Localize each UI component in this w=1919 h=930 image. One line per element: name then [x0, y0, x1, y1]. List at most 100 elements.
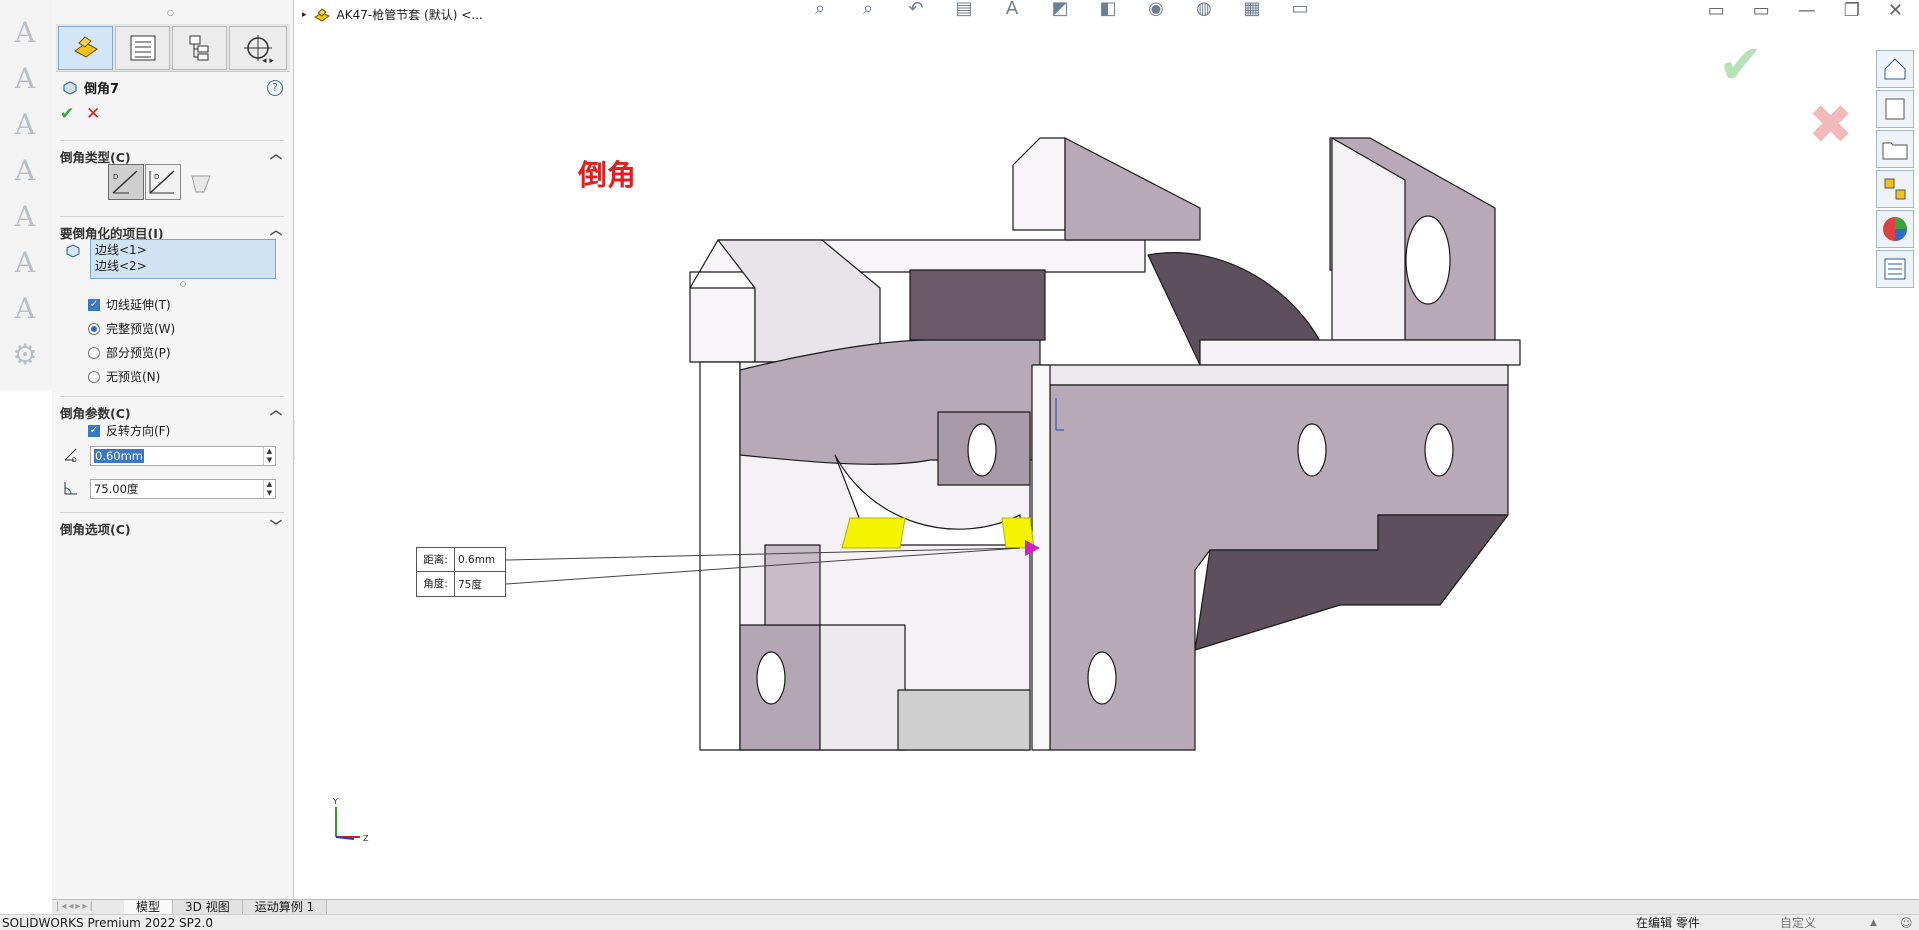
feature-tree-icon	[73, 36, 98, 58]
callout-distance-row[interactable]: 距离: 0.6mm	[417, 548, 505, 572]
bore-hole	[1297, 423, 1327, 477]
chamfer-callout[interactable]: 距离: 0.6mm 角度: 75度	[416, 547, 506, 597]
tab-scroll-nav-icon[interactable]: |◂◂▸▸|	[52, 900, 124, 914]
help-icon[interactable]: ?	[267, 80, 283, 96]
status-chat-icon[interactable]: ☺	[1900, 915, 1913, 930]
text-edit-icon[interactable]: A	[8, 62, 42, 96]
expand-chevron-icon[interactable]: ﹀	[270, 517, 282, 534]
tab-dimxpert-manager[interactable]	[229, 26, 287, 70]
bore-hole	[967, 423, 997, 477]
text-box-icon[interactable]: A	[8, 292, 42, 326]
feature-title: 倒角7	[62, 78, 119, 97]
distance-field[interactable]: 0.60mm ▲ ▼	[90, 446, 276, 466]
text-style-icon[interactable]: A	[8, 108, 42, 142]
triad-z-label: Z	[363, 834, 369, 843]
distance-stepper[interactable]: ▲ ▼	[263, 447, 275, 465]
model-view-tabs: |◂◂▸▸| 模型 3D 视图 运动算例 1	[52, 899, 1919, 914]
model-face	[689, 287, 756, 363]
list-item[interactable]: 边线<1>	[95, 242, 271, 258]
tab-model[interactable]: 模型	[124, 900, 174, 914]
text-format-icon[interactable]: A	[8, 200, 42, 234]
cancel-button[interactable]: ✕	[86, 104, 100, 124]
tab-property-manager[interactable]	[115, 26, 170, 70]
angle-distance-icon: D	[112, 170, 138, 194]
angle-value[interactable]: 75.00度	[94, 482, 138, 496]
chamfer-type-section[interactable]: 倒角类型(C) ︿	[60, 140, 284, 166]
model-face	[1064, 137, 1201, 241]
flip-direction-label: 反转方向(F)	[106, 424, 171, 438]
model-face	[699, 361, 741, 751]
callout-distance-value[interactable]: 0.6mm	[455, 554, 495, 566]
status-units-up-icon[interactable]: ▲	[1870, 915, 1877, 930]
parameters-section[interactable]: 倒角参数(C) ︿	[60, 396, 284, 422]
bore-hole	[1424, 423, 1454, 477]
model-face	[909, 269, 1046, 341]
distance-value[interactable]: 0.60mm	[94, 449, 145, 463]
partial-preview-radio[interactable]: 部分预览(P)	[88, 344, 171, 361]
no-preview-label: 无预览(N)	[106, 370, 161, 384]
link-tool-icon[interactable]: ⚙	[8, 338, 42, 372]
tab-feature-manager[interactable]	[58, 26, 113, 70]
callout-angle-row[interactable]: 角度: 75度	[417, 572, 505, 596]
model-face	[1012, 137, 1066, 231]
chamfer-preview-face-1	[841, 517, 906, 549]
solidworks-window: A A A A A A A ⚙ ○ ◂ ▸ 倒角7 ? ✔ ✕ 倒角类型(C) …	[0, 0, 1919, 930]
status-app-name: SOLIDWORKS Premium 2022 SP2.0	[2, 916, 213, 930]
model-face	[1031, 364, 1051, 751]
tab-configuration-manager[interactable]	[172, 26, 227, 70]
status-editing: 在编辑 零件	[1636, 916, 1700, 930]
checkbox-checked-icon[interactable]: ✓	[88, 424, 100, 437]
chamfer-type-angle-distance-button[interactable]: D	[108, 164, 144, 200]
feature-title-text: 倒角7	[84, 82, 120, 97]
status-units[interactable]: 自定义	[1780, 915, 1816, 930]
radio-selected-icon[interactable]	[88, 322, 100, 335]
radio-icon[interactable]	[88, 346, 100, 359]
model-face	[1034, 364, 1509, 386]
full-preview-radio[interactable]: 完整预览(W)	[88, 320, 175, 337]
part-model-view[interactable]	[295, 0, 1919, 899]
model-face	[819, 624, 906, 751]
distance-icon: D	[62, 446, 82, 466]
checkbox-checked-icon[interactable]: ✓	[88, 298, 100, 311]
sketch-tool-strip: A A A A A A A ⚙	[0, 0, 52, 390]
text-add-icon[interactable]: A	[8, 154, 42, 188]
options-label: 倒角选项(C)	[60, 522, 131, 537]
status-bar: SOLIDWORKS Premium 2022 SP2.0 在编辑 零件 自定义…	[0, 914, 1919, 930]
edge-selection-icon	[64, 242, 82, 263]
options-section[interactable]: 倒角选项(C) ﹀	[60, 512, 284, 538]
property-manager: ○ ◂ ▸ 倒角7 ? ✔ ✕ 倒角类型(C) ︿ D D 要倒角化的项目(I)…	[52, 0, 294, 900]
list-item[interactable]: 边线<2>	[95, 258, 271, 274]
distance-distance-icon: D	[149, 170, 175, 194]
bore-hole	[1405, 215, 1451, 305]
text-tool-icon[interactable]: A	[8, 16, 42, 50]
property-list-icon	[130, 35, 155, 61]
bore-hole	[756, 651, 786, 705]
bore-hole	[1087, 651, 1117, 705]
tab-scroll-arrows-icon[interactable]: ◂ ▸	[262, 56, 274, 66]
svg-text:D: D	[113, 173, 118, 181]
svg-text:D: D	[154, 173, 159, 181]
tab-3d-view[interactable]: 3D 视图	[173, 900, 243, 914]
tangent-propagation-label: 切线延伸(T)	[106, 298, 171, 312]
collapse-chevron-icon[interactable]: ︿	[270, 401, 282, 418]
triad-y-label: Y	[332, 797, 338, 806]
no-preview-radio[interactable]: 无预览(N)	[88, 368, 160, 385]
chamfer-type-vertex-icon[interactable]	[188, 170, 214, 199]
tab-motion-study[interactable]: 运动算例 1	[242, 900, 328, 914]
angle-field[interactable]: 75.00度 ▲ ▼	[90, 479, 276, 499]
angle-stepper[interactable]: ▲ ▼	[263, 480, 275, 498]
note-icon[interactable]: A	[8, 246, 42, 280]
svg-text:D: D	[72, 457, 77, 464]
resize-handle-icon[interactable]: ○	[180, 280, 186, 288]
panel-grip-icon[interactable]: ○	[167, 8, 174, 17]
collapse-chevron-icon[interactable]: ︿	[270, 221, 282, 238]
chamfer-type-distance-distance-button[interactable]: D	[145, 164, 181, 200]
collapse-chevron-icon[interactable]: ︿	[270, 145, 282, 162]
ok-button[interactable]: ✔	[60, 104, 74, 124]
radio-icon[interactable]	[88, 370, 100, 383]
callout-angle-value[interactable]: 75度	[455, 577, 482, 592]
tangent-propagation-checkbox[interactable]: ✓ 切线延伸(T)	[88, 296, 171, 313]
partial-preview-label: 部分预览(P)	[106, 346, 171, 360]
edge-selection-list[interactable]: 边线<1> 边线<2>	[90, 239, 276, 279]
flip-direction-checkbox[interactable]: ✓ 反转方向(F)	[88, 422, 170, 439]
